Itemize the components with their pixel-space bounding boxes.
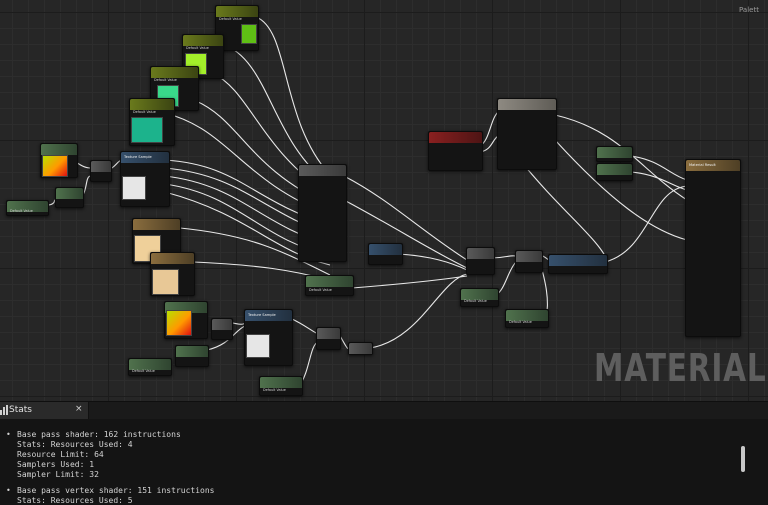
gradient-texture-node-1[interactable] — [40, 143, 78, 178]
stats-line: Resource Limit: 64 — [17, 450, 104, 459]
scalar-node-10[interactable] — [596, 163, 633, 181]
node-header: Texture Sample — [121, 152, 169, 163]
connection-wires — [46, 16, 688, 386]
node-header: Texture Sample — [245, 310, 292, 321]
material-watermark: MATERIAL — [594, 346, 767, 390]
texture-preview — [122, 176, 146, 200]
node-header — [260, 377, 302, 388]
multiply-node-1[interactable] — [90, 160, 112, 182]
bullet: • — [6, 486, 11, 495]
bullet: • — [6, 430, 11, 439]
node-header — [549, 255, 607, 266]
default-value-label: Default Value — [133, 110, 156, 114]
node-header — [306, 276, 353, 287]
node-header — [597, 147, 632, 158]
default-value-label: Default Value — [154, 78, 177, 82]
add-node[interactable] — [348, 342, 373, 355]
color-swatch — [131, 117, 163, 143]
stats-line: Stats: Resources Used: 4 — [17, 440, 133, 449]
node-header — [151, 67, 198, 78]
scalar-node-8[interactable]: Default Value — [505, 309, 549, 328]
gradient-texture-node-2[interactable] — [164, 301, 208, 339]
scrollbar-thumb[interactable] — [741, 446, 745, 472]
scalar-node-2[interactable]: Default Value — [6, 200, 49, 216]
default-value-label: Default Value — [219, 17, 242, 21]
lerp-node-3[interactable] — [316, 327, 341, 350]
lerp-node-1[interactable] — [466, 247, 495, 275]
node-header — [216, 6, 258, 17]
default-value-label: Default Value — [10, 209, 33, 213]
default-value-label: Default Value — [132, 369, 155, 373]
default-value-label: Default Value — [263, 388, 286, 392]
color-swatch — [152, 269, 179, 295]
node-header — [151, 253, 194, 264]
node-header — [41, 144, 77, 155]
node-header — [317, 328, 340, 339]
scalar-node-9[interactable] — [596, 146, 633, 162]
node-header — [130, 99, 174, 110]
stats-icon — [0, 405, 8, 415]
node-header — [429, 132, 482, 143]
node-header — [183, 35, 223, 46]
texture-preview — [246, 334, 270, 358]
stats-line: Base pass vertex shader: 151 instruction… — [17, 486, 215, 495]
scalar-node-6[interactable]: Default Value — [305, 275, 354, 296]
default-value-label: Default Value — [464, 299, 487, 303]
node-header — [56, 188, 83, 199]
multiply-node-2[interactable] — [211, 318, 233, 340]
node-header — [369, 244, 402, 255]
palette-tab[interactable]: Palett — [739, 6, 759, 14]
stats-line: Sampler Limit: 32 — [17, 470, 99, 479]
stats-tab-label: Stats — [9, 405, 32, 415]
material-graph-canvas[interactable]: Default Value Default Value Default Valu… — [0, 0, 768, 401]
texture-sample-node-2[interactable]: Texture Sample — [244, 309, 293, 366]
stats-content: • Base pass shader: 162 instructions Sta… — [0, 419, 768, 505]
tan-param-node-2[interactable] — [150, 252, 195, 296]
node-header — [516, 251, 542, 262]
default-value-label: Default Value — [509, 320, 532, 324]
stats-panel: Stats × • Base pass shader: 162 instruct… — [0, 401, 768, 505]
scalar-node-3[interactable] — [175, 345, 209, 367]
stats-line: Base pass shader: 162 instructions — [17, 430, 181, 439]
node-header — [91, 161, 111, 172]
material-function-node[interactable] — [428, 131, 483, 171]
hue-shift-node-1[interactable] — [368, 243, 403, 265]
node-header — [467, 248, 494, 259]
node-header: Material Result — [686, 160, 740, 171]
texture-sample-node-1[interactable]: Texture Sample — [120, 151, 170, 207]
vector-param-node-4[interactable]: Default Value — [129, 98, 175, 146]
node-header — [133, 219, 180, 230]
node-header — [349, 343, 372, 354]
material-result-node[interactable]: Material Result — [685, 159, 741, 337]
make-material-attributes-node[interactable] — [497, 98, 557, 170]
default-value-label: Default Value — [309, 288, 332, 292]
node-header — [212, 319, 232, 330]
node-header — [176, 346, 208, 357]
layer-blend-node[interactable] — [298, 164, 347, 262]
close-icon[interactable]: × — [75, 404, 83, 414]
lerp-node-2[interactable] — [515, 250, 543, 273]
gradient-preview — [42, 155, 68, 177]
default-value-label: Default Value — [186, 46, 209, 50]
stats-tab[interactable]: Stats × — [0, 402, 89, 419]
color-swatch — [241, 24, 257, 44]
scalar-node-4[interactable]: Default Value — [128, 358, 172, 376]
node-header — [597, 164, 632, 175]
gradient-preview — [166, 310, 192, 336]
hue-shift-node-2[interactable] — [548, 254, 608, 274]
stats-line: Samplers Used: 1 — [17, 460, 95, 469]
scalar-node-7[interactable]: Default Value — [460, 288, 499, 307]
node-header — [498, 99, 556, 110]
node-header — [299, 165, 346, 176]
scalar-node-5[interactable]: Default Value — [259, 376, 303, 396]
scalar-node-1[interactable] — [55, 187, 84, 208]
